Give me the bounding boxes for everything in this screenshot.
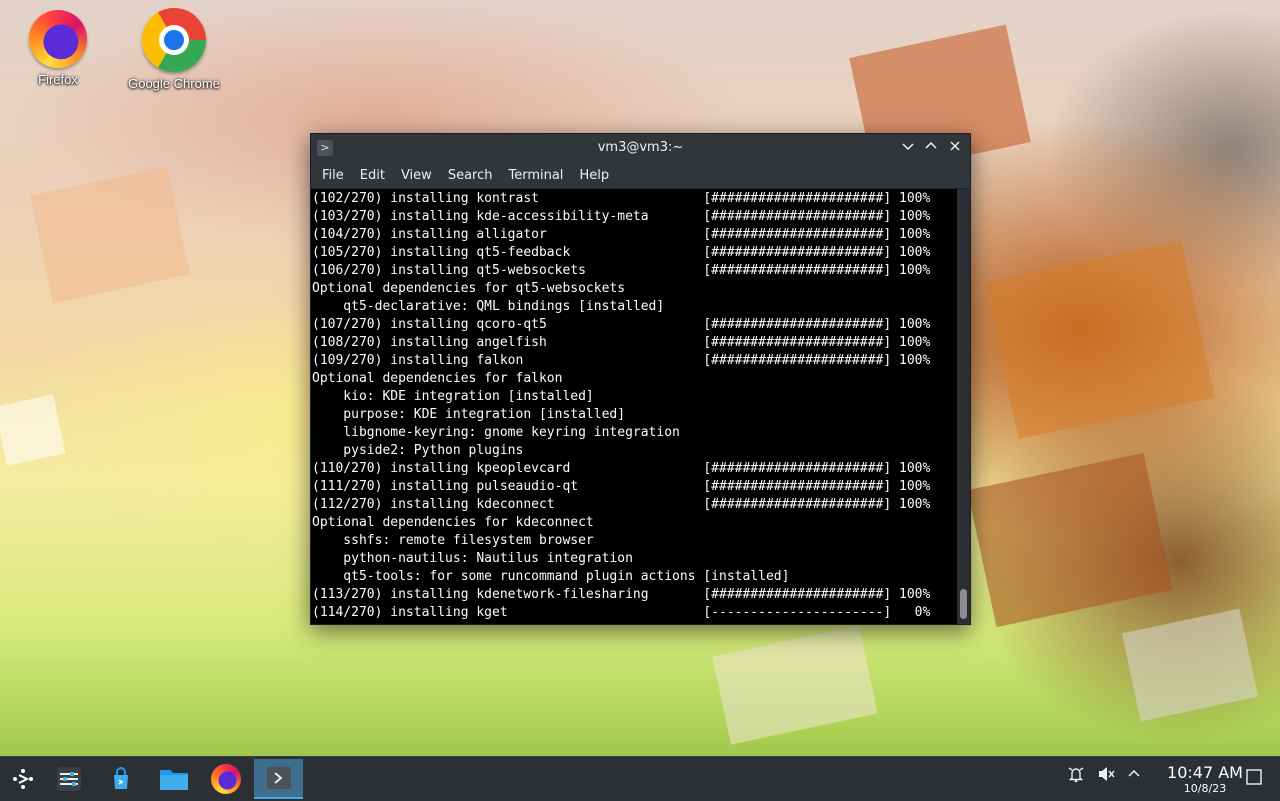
wallpaper-patch [0, 394, 66, 466]
window-title: vm3@vm3:~ [597, 140, 684, 155]
menu-view[interactable]: View [393, 168, 440, 183]
terminal-line: python-nautilus: Nautilus integration [343, 551, 633, 566]
menu-edit[interactable]: Edit [352, 168, 393, 183]
terminal-line: (109/270) installing falkon [###########… [312, 353, 931, 368]
terminal-line: (106/270) installing qt5-websockets [###… [312, 263, 931, 278]
terminal-line: Optional dependencies for qt5-websockets [312, 281, 626, 296]
clock-time[interactable]: 10:47 AM [1150, 763, 1260, 782]
terminal-output[interactable]: (102/270) installing kontrast [#########… [311, 189, 957, 624]
maximize-icon[interactable] [921, 138, 941, 158]
terminal-line: purpose: KDE integration [installed] [343, 407, 626, 422]
terminal-line: kio: KDE integration [installed] [343, 389, 594, 404]
firefox-icon [29, 10, 87, 68]
terminal-line: (110/270) installing kpeoplevcard [#####… [312, 461, 931, 476]
volume-muted-icon[interactable] [1097, 765, 1115, 787]
taskbar: 10:47 AM 10/8/23 [0, 756, 1280, 801]
menu-help[interactable]: Help [571, 168, 617, 183]
menu-file[interactable]: File [314, 168, 352, 183]
desktop-icon-firefox[interactable]: Firefox [3, 10, 113, 87]
dolphin-files-icon[interactable] [151, 759, 197, 799]
terminal-line: (104/270) installing alligator [########… [312, 227, 931, 242]
wallpaper-patch [712, 625, 878, 745]
terminal-line: sshfs: remote filesystem browser [343, 533, 594, 548]
terminal-line: pyside2: Python plugins [343, 443, 524, 458]
discover-icon[interactable] [98, 759, 144, 799]
wallpaper-patch [1121, 608, 1259, 722]
terminal-text: (102/270) installing kontrast [#########… [311, 189, 957, 622]
window-titlebar[interactable]: > vm3@vm3:~ [311, 134, 970, 162]
terminal-line: (108/270) installing angelfish [########… [312, 335, 931, 350]
terminal-line: Optional dependencies for falkon [312, 371, 563, 386]
menubar: File Edit View Search Terminal Help [311, 162, 970, 189]
terminal-line: (114/270) installing kget [-------------… [312, 605, 931, 620]
wallpaper-patch [985, 240, 1215, 440]
terminal-line: qt5-declarative: QML bindings [installed… [343, 299, 665, 314]
terminal-line: libgnome-keyring: gnome keyring integrat… [343, 425, 680, 440]
scrollbar-thumb[interactable] [960, 589, 967, 619]
terminal-line: (112/270) installing kdeconnect [#######… [312, 497, 931, 512]
menu-terminal[interactable]: Terminal [500, 168, 571, 183]
terminal-line: (105/270) installing qt5-feedback [#####… [312, 245, 931, 260]
close-icon[interactable] [945, 138, 965, 158]
desktop-icon-label: Firefox [38, 72, 78, 87]
desktop-icon-label: Google Chrome [128, 76, 220, 91]
terminal-line: (111/270) installing pulseaudio-qt [####… [312, 479, 931, 494]
terminal-line: (102/270) installing kontrast [#########… [312, 191, 931, 206]
terminal-line: qt5-tools: for some runcommand plugin ac… [343, 569, 790, 584]
chrome-icon [142, 8, 206, 72]
application-launcher-icon[interactable] [0, 759, 46, 799]
minimize-icon[interactable] [898, 138, 918, 158]
menu-search[interactable]: Search [440, 168, 501, 183]
show-hidden-icons-chevron[interactable] [1126, 765, 1142, 787]
notifications-icon[interactable] [1067, 765, 1085, 787]
firefox-icon[interactable] [203, 759, 249, 799]
clock-date[interactable]: 10/8/23 [1150, 782, 1260, 795]
system-settings-icon[interactable] [46, 759, 92, 799]
terminal-line: (107/270) installing qcoro-qt5 [########… [312, 317, 931, 332]
desktop-icon-google-chrome[interactable]: Google Chrome [119, 8, 229, 91]
terminal-line: (113/270) installing kdenetwork-fileshar… [312, 587, 931, 602]
terminal-line: Optional dependencies for kdeconnect [312, 515, 594, 530]
wallpaper-patch [30, 166, 190, 304]
terminal-scrollbar[interactable] [957, 189, 970, 624]
terminal-line: (103/270) installing kde-accessibility-m… [312, 209, 931, 224]
wallpaper-patch [967, 452, 1173, 628]
konsole-window[interactable]: > vm3@vm3:~ File Edit View Search Termin… [310, 133, 971, 625]
show-desktop-icon[interactable] [1245, 768, 1263, 790]
konsole-icon[interactable] [254, 759, 303, 799]
